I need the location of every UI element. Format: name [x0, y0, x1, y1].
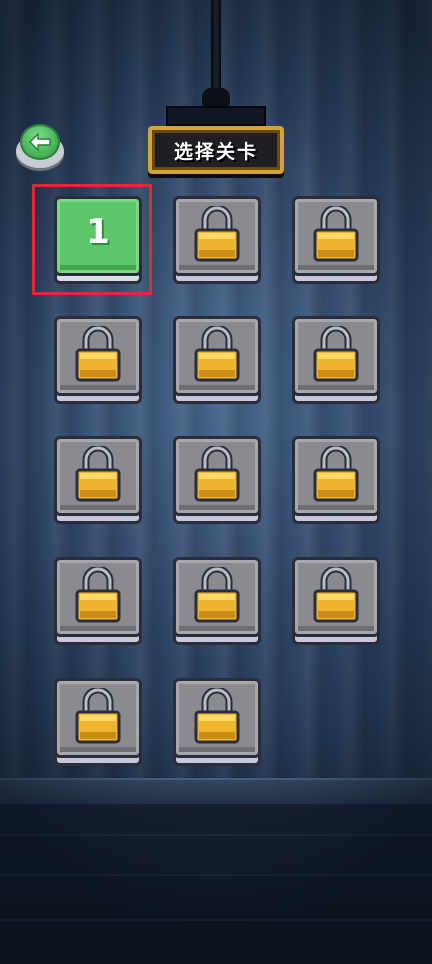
lock-icon — [74, 444, 122, 502]
level-tile-locked[interactable] — [54, 557, 142, 645]
stage-floor — [0, 804, 432, 964]
title-sign: 选择关卡 — [148, 126, 284, 174]
back-button[interactable] — [16, 124, 64, 168]
level-tile-locked[interactable] — [292, 436, 380, 524]
level-tile-locked[interactable] — [54, 436, 142, 524]
sign-hook — [202, 88, 230, 106]
level-tile-locked[interactable] — [292, 557, 380, 645]
level-tile-locked[interactable] — [54, 678, 142, 766]
lock-icon — [312, 324, 360, 382]
game-background: 选择关卡 1 — [0, 0, 432, 964]
level-tile-locked[interactable] — [173, 196, 261, 284]
sign-bracket — [166, 106, 266, 126]
lock-icon — [312, 565, 360, 623]
lock-icon — [193, 565, 241, 623]
lock-icon — [193, 686, 241, 744]
level-tile-locked[interactable] — [173, 316, 261, 404]
lock-icon — [312, 444, 360, 502]
level-tile-locked[interactable] — [173, 678, 261, 766]
stage-edge — [0, 778, 432, 804]
page-title: 选择关卡 — [173, 140, 258, 163]
back-arrow-icon — [20, 124, 60, 160]
level-tile-locked[interactable] — [292, 316, 380, 404]
lock-icon — [312, 204, 360, 262]
lock-icon — [193, 444, 241, 502]
selection-highlight — [32, 184, 152, 295]
lock-icon — [74, 324, 122, 382]
lock-icon — [193, 204, 241, 262]
sign-rope — [211, 0, 221, 92]
level-tile-locked[interactable] — [54, 316, 142, 404]
level-tile-locked[interactable] — [292, 196, 380, 284]
lock-icon — [193, 324, 241, 382]
level-tile-locked[interactable] — [173, 436, 261, 524]
lock-icon — [74, 565, 122, 623]
lock-icon — [74, 686, 122, 744]
level-tile-locked[interactable] — [173, 557, 261, 645]
